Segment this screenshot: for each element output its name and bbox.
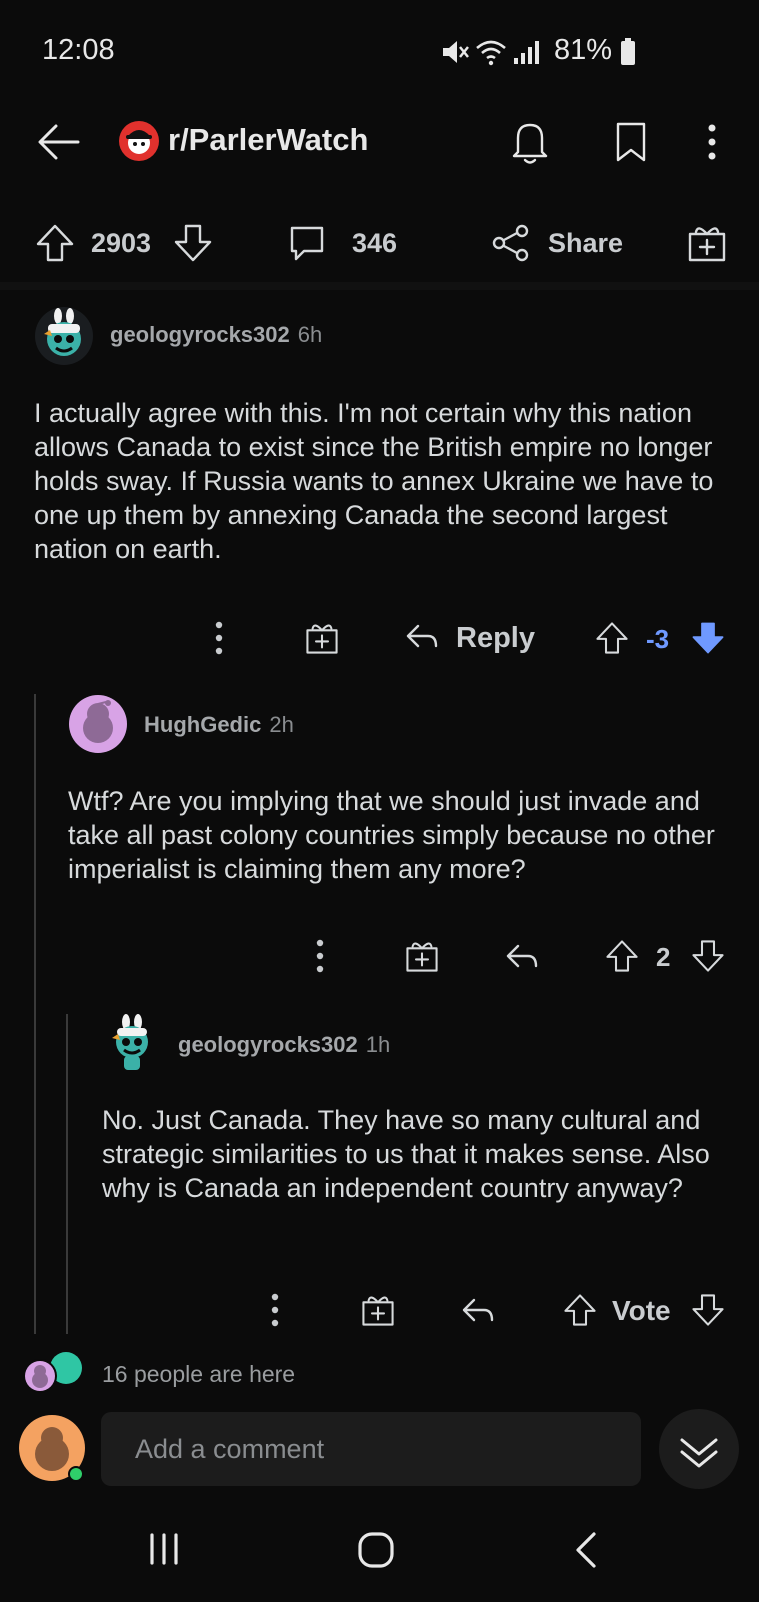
subreddit-name[interactable]: r/ParlerWatch bbox=[168, 122, 368, 158]
thread-line[interactable] bbox=[66, 1014, 68, 1334]
comment-vote-label: Vote bbox=[612, 1295, 671, 1326]
reply-icon[interactable] bbox=[504, 940, 540, 974]
status-time: 12:08 bbox=[42, 34, 115, 66]
comment-meta: geologyrocks302 6h bbox=[110, 322, 322, 348]
comment-author[interactable]: HughGedic bbox=[144, 712, 261, 737]
jump-to-next-button[interactable] bbox=[658, 1408, 740, 1490]
post-upvote-icon[interactable] bbox=[34, 222, 76, 264]
wifi-icon bbox=[476, 40, 506, 66]
presence-avatars bbox=[23, 1352, 82, 1393]
comment-award-icon[interactable] bbox=[404, 938, 440, 974]
comment-bubble-icon[interactable] bbox=[286, 222, 328, 264]
comment-meta: HughGedic 2h bbox=[144, 712, 294, 738]
home-icon[interactable] bbox=[356, 1530, 396, 1570]
comment-downvote-icon-active[interactable] bbox=[690, 620, 726, 656]
reply-icon[interactable] bbox=[460, 1294, 496, 1328]
status-bar: 12:08 81% bbox=[0, 0, 759, 100]
mute-icon bbox=[443, 41, 469, 63]
signal-icon bbox=[514, 41, 539, 64]
comment-author[interactable]: geologyrocks302 bbox=[178, 1032, 358, 1057]
comment-age: 6h bbox=[297, 322, 323, 347]
reply-button[interactable]: Reply bbox=[456, 622, 535, 655]
share-button[interactable]: Share bbox=[548, 228, 623, 259]
more-options-icon[interactable] bbox=[706, 122, 718, 162]
battery-icon bbox=[621, 38, 635, 65]
comment-more-icon[interactable] bbox=[268, 1292, 282, 1328]
comment-age: 1h bbox=[365, 1032, 391, 1057]
presence-count: 16 people are here bbox=[102, 1361, 296, 1387]
comment-upvote-icon[interactable] bbox=[562, 1292, 598, 1328]
comment-more-icon[interactable] bbox=[313, 938, 327, 974]
recent-apps-icon[interactable] bbox=[146, 1531, 182, 1567]
post-downvote-icon[interactable] bbox=[172, 222, 214, 264]
bookmark-icon[interactable] bbox=[614, 120, 648, 164]
comment-avatar-geologyrocks302[interactable] bbox=[34, 306, 94, 366]
system-back-icon[interactable] bbox=[572, 1530, 600, 1570]
bell-icon[interactable] bbox=[508, 118, 552, 166]
comment-input[interactable]: Add a comment bbox=[101, 1412, 641, 1486]
reply-icon[interactable] bbox=[404, 620, 440, 654]
comment-count[interactable]: 346 bbox=[352, 228, 397, 259]
comment-avatar-geologyrocks302[interactable] bbox=[102, 1012, 162, 1072]
comment-score: -3 bbox=[646, 624, 670, 654]
comment-upvote-icon[interactable] bbox=[604, 938, 640, 974]
back-arrow-icon[interactable] bbox=[36, 120, 82, 164]
section-divider bbox=[0, 282, 759, 290]
comment-more-icon[interactable] bbox=[212, 620, 226, 656]
comment-score: 2 bbox=[656, 942, 671, 972]
comment-body: No. Just Canada. They have so many cultu… bbox=[102, 1105, 710, 1203]
comment-award-icon[interactable] bbox=[304, 620, 340, 656]
comment-body: Wtf? Are you implying that we should jus… bbox=[68, 786, 715, 884]
user-avatar[interactable] bbox=[18, 1414, 88, 1484]
comment-avatar-hughgedic[interactable] bbox=[68, 694, 128, 754]
subreddit-icon[interactable] bbox=[118, 120, 160, 162]
thread-line[interactable] bbox=[34, 694, 36, 1334]
comment-upvote-icon[interactable] bbox=[594, 620, 630, 656]
battery-percent: 81% bbox=[554, 34, 613, 66]
comment-meta: geologyrocks302 1h bbox=[178, 1032, 390, 1058]
comment-award-icon[interactable] bbox=[360, 1292, 396, 1328]
comment-downvote-icon[interactable] bbox=[690, 1292, 726, 1328]
comment-author[interactable]: geologyrocks302 bbox=[110, 322, 290, 347]
share-icon[interactable] bbox=[490, 222, 532, 264]
post-score: 2903 bbox=[91, 228, 152, 258]
comment-downvote-icon[interactable] bbox=[690, 938, 726, 974]
award-gift-icon[interactable] bbox=[686, 222, 728, 264]
comment-age: 2h bbox=[269, 712, 294, 737]
comment-body: I actually agree with this. I'm not cert… bbox=[34, 398, 714, 564]
